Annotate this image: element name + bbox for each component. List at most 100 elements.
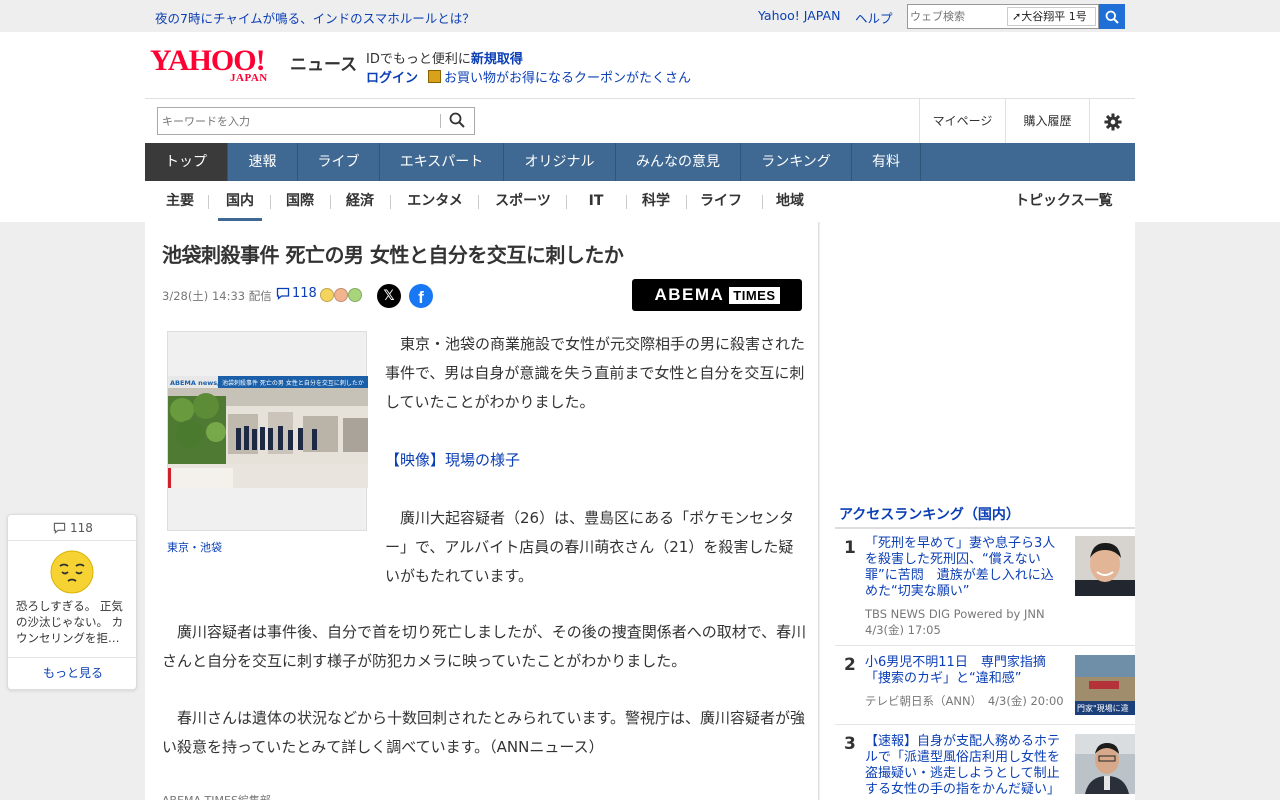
nav-divider [390, 195, 391, 209]
cat-life[interactable]: ライフ [696, 181, 746, 221]
category-nav: 主要 国内 国際 経済 エンタメ スポーツ IT 科学 ライフ 地域 トピックス… [145, 181, 1135, 221]
facebook-share-icon[interactable]: f [409, 284, 433, 308]
web-search-button[interactable] [1099, 4, 1125, 29]
card-divider [8, 657, 138, 658]
id-promo: IDでもっと便利に新規取得 [366, 48, 523, 67]
abema-logo-text: ABEMA [654, 285, 725, 304]
nav-divider [270, 195, 271, 209]
cat-entertainment[interactable]: エンタメ [400, 181, 470, 221]
abema-logo-sub: TIMES [729, 286, 780, 304]
gnav-expert[interactable]: エキスパート [380, 143, 504, 181]
gnav-top[interactable]: トップ [145, 143, 228, 181]
rank-headline: 小6男児不明11日 専門家指摘「捜索のカギ」と“違和感” [865, 655, 1046, 686]
top-bar: 夜の7時にチャイムが鳴る、インドのスマホルールとは？ Yahoo! JAPAN … [0, 0, 1280, 32]
video-link[interactable]: 【映像】現場の様子 [385, 446, 520, 475]
abema-times-logo[interactable]: ABEMA TIMES [632, 279, 802, 311]
cat-economy[interactable]: 経済 [340, 181, 380, 221]
comment-count-link[interactable]: 118 [276, 286, 317, 301]
gnav-breaking[interactable]: 速報 [228, 143, 298, 181]
signup-link[interactable]: 新規取得 [471, 52, 523, 67]
ranking-item[interactable]: 3 【速報】自身が支配人務めるホテルで「派遣型風俗店利用し女性を盗撮疑い・逃走し… [835, 726, 1135, 800]
ranking-item[interactable]: 1 「死刑を早めて」妻や息子ら3人を殺害した死刑囚、“償えない罪”に苦悶 遺族が… [835, 536, 1135, 646]
comment-icon [53, 522, 66, 534]
rank-thumbnail [1075, 734, 1135, 794]
keyword-search-input[interactable] [162, 112, 432, 130]
svg-text:門家"現場に違: 門家"現場に違 [1077, 703, 1129, 713]
svg-text:池袋刺殺事件 死亡の男 女性と自分を交互に刺したか: 池袋刺殺事件 死亡の男 女性と自分を交互に刺したか [222, 379, 364, 387]
help-link[interactable]: ヘルプ [855, 8, 893, 27]
header: YAHOO! JAPAN ニュース IDでもっと便利に新規取得 ログイン お買い物… [0, 32, 1280, 222]
mypage-link[interactable]: マイページ [919, 99, 1005, 144]
article-title: 池袋刺殺事件 死亡の男 女性と自分を交互に刺したか [162, 243, 624, 267]
yahoo-japan-link[interactable]: Yahoo! JAPAN [758, 8, 840, 23]
login-line: ログイン お買い物がお得になるクーポンがたくさん [366, 67, 691, 86]
rank-number: 2 [844, 655, 856, 675]
gear-icon [1103, 112, 1122, 131]
see-more-link[interactable]: もっと見る [8, 664, 138, 681]
comment-icon [276, 287, 290, 300]
nav-divider [478, 195, 479, 209]
gnav-original[interactable]: オリジナル [504, 143, 616, 181]
topics-all-link[interactable]: トピックス一覧 [1015, 181, 1113, 221]
logo-news-text[interactable]: ニュース [290, 50, 357, 75]
cat-region[interactable]: 地域 [770, 181, 810, 221]
rank-date: 4/3(金) 17:05 [865, 623, 941, 637]
search-icon [449, 112, 465, 128]
x-share-icon[interactable]: 𝕏 [377, 284, 401, 308]
ranking-item[interactable]: 2 小6男児不明11日 専門家指摘「捜索のカギ」と“違和感” テレビ朝日系（AN… [835, 647, 1135, 725]
cat-it[interactable]: IT [576, 181, 616, 221]
svg-text:ABEMA news/: ABEMA news/ [170, 379, 220, 387]
rank-headline: 「死刑を早めて」妻や息子ら3人を殺害した死刑囚、“償えない罪”に苦悶 遺族が差し… [865, 536, 1056, 599]
gnav-opinions[interactable]: みんなの意見 [616, 143, 741, 181]
cat-international[interactable]: 国際 [280, 181, 320, 221]
cat-domestic[interactable]: 国内 [218, 181, 262, 221]
card-divider [8, 540, 138, 541]
article-paragraph: 廣川容疑者は事件後、自分で首を切り死亡しましたが、その後の捜査関係者への取材で、… [162, 623, 807, 670]
nav-divider [208, 195, 209, 209]
top-headline-link[interactable]: 夜の7時にチャイムが鳴る、インドのスマホルールとは？ [155, 8, 475, 27]
trend-keyword-text: 大谷翔平 1号 [1021, 10, 1087, 23]
photo-image: ABEMA news/ 池袋刺殺事件 死亡の男 女性と自分を交互に刺したか [168, 376, 368, 488]
web-search-input[interactable] [910, 7, 1006, 26]
gnav-live[interactable]: ライブ [298, 143, 380, 181]
keyword-search-button[interactable] [446, 111, 468, 131]
cat-sports[interactable]: スポーツ [488, 181, 558, 221]
rank-headline: 【速報】自身が支配人務めるホテルで「派遣型風俗店利用し女性を盗撮疑い・逃走しよう… [865, 734, 1061, 797]
settings-button[interactable] [1089, 99, 1135, 144]
coupon-link[interactable]: お買い物がお得になるクーポンがたくさん [444, 71, 691, 86]
gnav-ranking[interactable]: ランキング [741, 143, 852, 181]
article-meta: 3/28(土) 14:33 配信 [162, 289, 272, 303]
sidebar: アクセスランキング（国内） 1 「死刑を早めて」妻や息子ら3人を殺害した死刑囚、… [820, 222, 1135, 800]
purchase-history-link[interactable]: 購入履歴 [1005, 99, 1089, 144]
search-icon [1105, 10, 1119, 24]
search-divider [440, 114, 441, 128]
trend-arrow-icon: ➚ [1012, 10, 1022, 23]
ranking-title[interactable]: アクセスランキング（国内） [839, 504, 1020, 524]
nav-divider [686, 195, 687, 209]
nav-divider [566, 195, 567, 209]
floating-comment-text[interactable]: 恐ろしすぎる。 正気の沙汰じゃない。 カウンセリングを拒… [16, 598, 132, 646]
trend-keyword[interactable]: ➚大谷翔平 1号 [1007, 7, 1096, 26]
floating-comment-count-text: 118 [69, 521, 93, 535]
login-link[interactable]: ログイン [366, 71, 418, 86]
rank-number: 3 [844, 734, 856, 754]
cat-main[interactable]: 主要 [160, 181, 200, 221]
yahoo-news-logo[interactable]: YAHOO! JAPAN [150, 46, 290, 86]
article: 池袋刺殺事件 死亡の男 女性と自分を交互に刺したか 3/28(土) 14:33 … [145, 222, 819, 800]
rank-thumbnail: 門家"現場に違 [1075, 655, 1135, 715]
floating-comment-count[interactable]: 118 [8, 521, 138, 535]
rank-source: テレビ朝日系（ANN） 4/3(金) 20:00 [865, 693, 1064, 709]
reaction-face-icon [50, 550, 94, 594]
coupon-icon [428, 70, 442, 83]
rank-number: 1 [844, 538, 856, 558]
search-row: マイページ 購入履歴 [145, 98, 1135, 144]
global-nav: トップ 速報 ライブ エキスパート オリジナル みんなの意見 ランキング 有料 [145, 143, 1135, 181]
article-photo[interactable]: ABEMA news/ 池袋刺殺事件 死亡の男 女性と自分を交互に刺したか [167, 331, 368, 531]
nav-divider [762, 195, 763, 209]
comment-count-text: 118 [292, 286, 317, 301]
article-paragraph: 廣川大起容疑者（26）は、豊島区にある「ポケモンセンター」で、アルバイト店員の春… [385, 509, 795, 585]
photo-caption[interactable]: 東京・池袋 [167, 539, 222, 555]
rank-date: 4/3(金) 20:00 [987, 694, 1064, 708]
cat-science[interactable]: 科学 [636, 181, 676, 221]
gnav-paid[interactable]: 有料 [852, 143, 921, 181]
